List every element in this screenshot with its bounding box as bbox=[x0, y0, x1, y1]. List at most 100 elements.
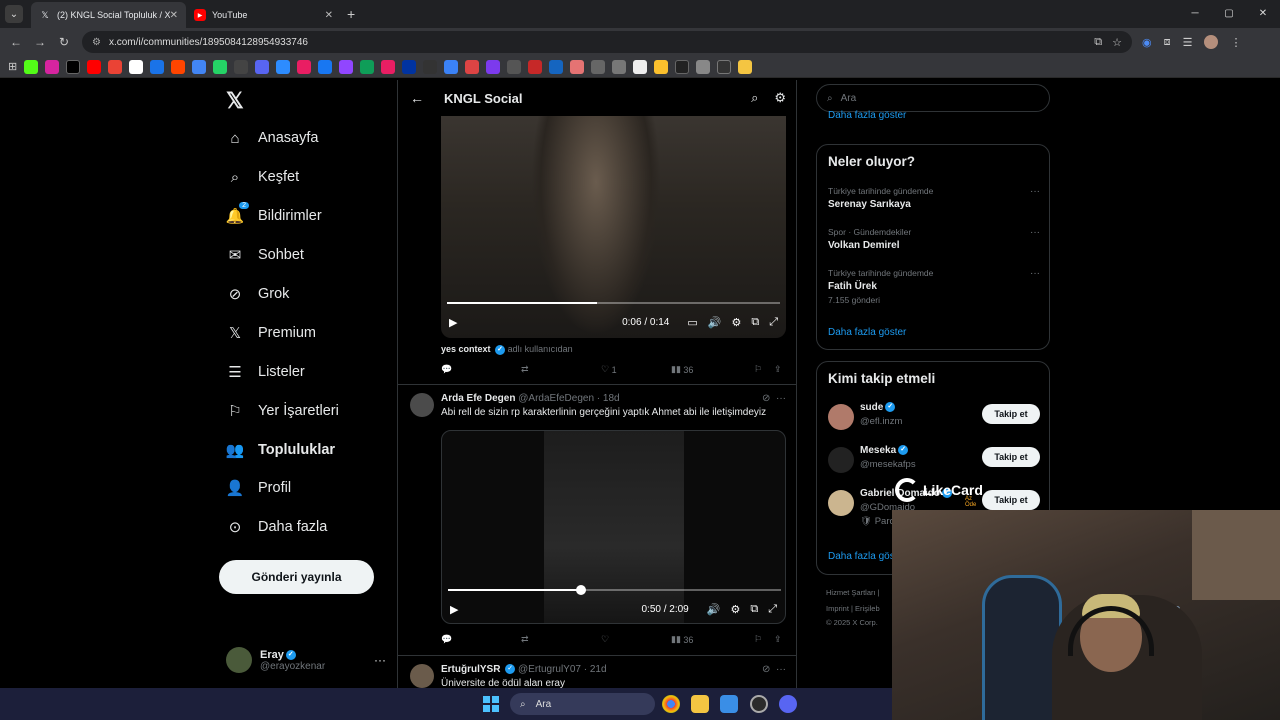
minimize-button[interactable]: ─ bbox=[1178, 0, 1212, 28]
taskbar-search[interactable]: ⌕ Ara bbox=[510, 693, 655, 715]
profile-avatar[interactable] bbox=[1204, 35, 1219, 49]
share-icon[interactable]: ⇪ bbox=[774, 634, 782, 645]
bookmark-icon[interactable] bbox=[297, 59, 312, 74]
bookmark-icon[interactable] bbox=[24, 59, 39, 74]
bookmark-icon[interactable] bbox=[402, 59, 417, 74]
nav-premium[interactable]: 𝕏 Premium bbox=[226, 318, 316, 348]
bookmark-icon[interactable] bbox=[150, 59, 165, 74]
bookmark-icon[interactable] bbox=[276, 59, 291, 74]
trend-item[interactable]: Türkiye tarihinde gündemde Fatih Ürek 7.… bbox=[828, 268, 1040, 305]
bookmark-icon[interactable] bbox=[45, 59, 60, 74]
search-input[interactable]: ⌕ Ara bbox=[816, 84, 1050, 112]
reply-icon[interactable]: 💬 bbox=[441, 634, 521, 645]
search-icon[interactable]: ⌕ bbox=[751, 90, 758, 106]
settings-icon[interactable]: ⚙ bbox=[731, 316, 741, 329]
bookmark-icon[interactable]: ⚐ bbox=[754, 634, 774, 645]
tab-search-button[interactable]: ⌄ bbox=[5, 5, 23, 23]
grok-icon[interactable]: ⊘ bbox=[762, 664, 770, 675]
bookmark-icon[interactable] bbox=[339, 59, 354, 74]
bookmark-icon[interactable] bbox=[570, 59, 585, 74]
discord-icon[interactable] bbox=[779, 695, 797, 713]
follow-button[interactable]: Takip et bbox=[982, 404, 1040, 424]
play-icon[interactable]: ▶ bbox=[450, 603, 458, 616]
bookmark-icon[interactable] bbox=[486, 59, 501, 74]
pip-icon[interactable]: ⧉ bbox=[750, 603, 758, 616]
nav-bookmarks[interactable]: ⚐ Yer İşaretleri bbox=[226, 396, 339, 426]
bookmark-icon[interactable] bbox=[255, 59, 270, 74]
bookmark-icon[interactable] bbox=[675, 59, 690, 74]
fullscreen-icon[interactable]: ⤢ bbox=[769, 316, 778, 329]
video-progress-bar[interactable] bbox=[447, 302, 780, 304]
bookmark-icon[interactable] bbox=[87, 59, 102, 74]
install-icon[interactable]: ⧉ bbox=[1094, 36, 1102, 49]
bookmark-icon[interactable] bbox=[591, 59, 606, 74]
tab-kngl-social[interactable]: 𝕏 (2) KNGL Social Topluluk / X ✕ bbox=[31, 2, 186, 28]
nav-grok[interactable]: ⊘ Grok bbox=[226, 279, 290, 309]
retweet-icon[interactable]: ⇄ bbox=[521, 634, 601, 645]
more-icon[interactable]: ··· bbox=[776, 664, 786, 675]
footer-link[interactable]: Hizmet Şartları | bbox=[826, 588, 880, 597]
more-icon[interactable]: ··· bbox=[1030, 186, 1040, 197]
bookmark-icon[interactable] bbox=[549, 59, 564, 74]
bookmark-icon[interactable] bbox=[66, 59, 81, 74]
bookmark-icon[interactable] bbox=[108, 59, 123, 74]
apps-icon[interactable]: ⊞ bbox=[8, 60, 17, 73]
x-logo-icon[interactable]: 𝕏 bbox=[226, 88, 244, 114]
more-icon[interactable]: ··· bbox=[1030, 227, 1040, 238]
more-icon[interactable]: ··· bbox=[1030, 268, 1040, 279]
avatar[interactable] bbox=[410, 393, 434, 417]
bookmark-icon[interactable] bbox=[654, 59, 669, 74]
views-button[interactable]: ▮▮ 36 bbox=[671, 364, 754, 375]
bookmark-icon[interactable] bbox=[192, 59, 207, 74]
like-button[interactable]: ♡ 1 bbox=[601, 364, 671, 375]
community-context[interactable]: yes context ✓ adlı kullanıcıdan bbox=[441, 344, 573, 355]
forward-icon[interactable]: → bbox=[28, 35, 52, 49]
media-icon[interactable]: ☰ bbox=[1183, 36, 1193, 49]
close-window-button[interactable]: ✕ bbox=[1246, 0, 1280, 28]
bookmark-icon[interactable] bbox=[234, 59, 249, 74]
nav-profile[interactable]: 👤 Profil bbox=[226, 473, 291, 503]
close-icon[interactable]: ✕ bbox=[325, 10, 333, 21]
reload-icon[interactable]: ↻ bbox=[52, 35, 76, 49]
nav-more[interactable]: ⊙ Daha fazla bbox=[226, 512, 328, 542]
pip-icon[interactable]: ⧉ bbox=[751, 316, 759, 329]
video-player[interactable]: ▶ 0:50 / 2:09 🔊 ⚙ ⧉ ⤢ bbox=[441, 430, 786, 624]
account-switcher[interactable]: Eray ✓ @erayozkenar ··· bbox=[226, 642, 386, 678]
show-more-link[interactable]: Daha fazla göster bbox=[828, 327, 906, 338]
bookmark-icon[interactable] bbox=[171, 59, 186, 74]
bookmark-icon[interactable] bbox=[717, 59, 732, 74]
site-info-icon[interactable]: ⚙ bbox=[92, 37, 101, 48]
bookmark-icon[interactable] bbox=[696, 59, 711, 74]
bookmark-icon[interactable] bbox=[507, 59, 522, 74]
follow-button[interactable]: Takip et bbox=[982, 490, 1040, 510]
new-tab-button[interactable]: + bbox=[347, 6, 355, 22]
store-icon[interactable] bbox=[720, 695, 738, 713]
nav-messages[interactable]: ✉ Sohbet bbox=[226, 240, 304, 270]
bookmark-icon[interactable] bbox=[318, 59, 333, 74]
avatar[interactable] bbox=[410, 664, 434, 688]
url-field[interactable]: ⚙ x.com/i/communities/189508412895493374… bbox=[82, 31, 1132, 53]
views-button[interactable]: ▮▮ 36 bbox=[671, 634, 754, 645]
maximize-button[interactable]: ▢ bbox=[1212, 0, 1246, 28]
follow-suggestion[interactable]: sude ✓ @efl.inzm Takip et bbox=[828, 402, 1040, 434]
video-progress-bar[interactable] bbox=[448, 589, 781, 591]
back-icon[interactable]: ← bbox=[4, 35, 28, 49]
retweet-icon[interactable]: ⇄ bbox=[521, 364, 601, 375]
captions-icon[interactable]: ▭ bbox=[687, 316, 697, 329]
chrome-icon[interactable] bbox=[662, 695, 680, 713]
extension-icon[interactable]: ◉ bbox=[1142, 36, 1152, 49]
bookmark-icon[interactable] bbox=[633, 59, 648, 74]
play-icon[interactable]: ▶ bbox=[449, 316, 457, 329]
footer-link[interactable]: Imprint | Erişileb bbox=[826, 604, 880, 613]
bookmark-icon[interactable]: ⚐ bbox=[754, 364, 774, 375]
author-name[interactable]: Arda Efe Degen bbox=[441, 393, 515, 404]
bookmark-icon[interactable] bbox=[129, 59, 144, 74]
puzzle-icon[interactable]: ⧈ bbox=[1164, 36, 1171, 49]
share-icon[interactable]: ⇪ bbox=[774, 364, 782, 375]
bookmark-icon[interactable] bbox=[213, 59, 228, 74]
nav-home[interactable]: ⌂ Anasayfa bbox=[226, 123, 318, 153]
video-player[interactable]: ▶ 0:06 / 0:14 ▭ 🔊 ⚙ ⧉ ⤢ bbox=[441, 116, 786, 338]
settings-icon[interactable]: ⚙ bbox=[730, 603, 740, 616]
file-explorer-icon[interactable] bbox=[691, 695, 709, 713]
bookmark-icon[interactable] bbox=[423, 59, 438, 74]
